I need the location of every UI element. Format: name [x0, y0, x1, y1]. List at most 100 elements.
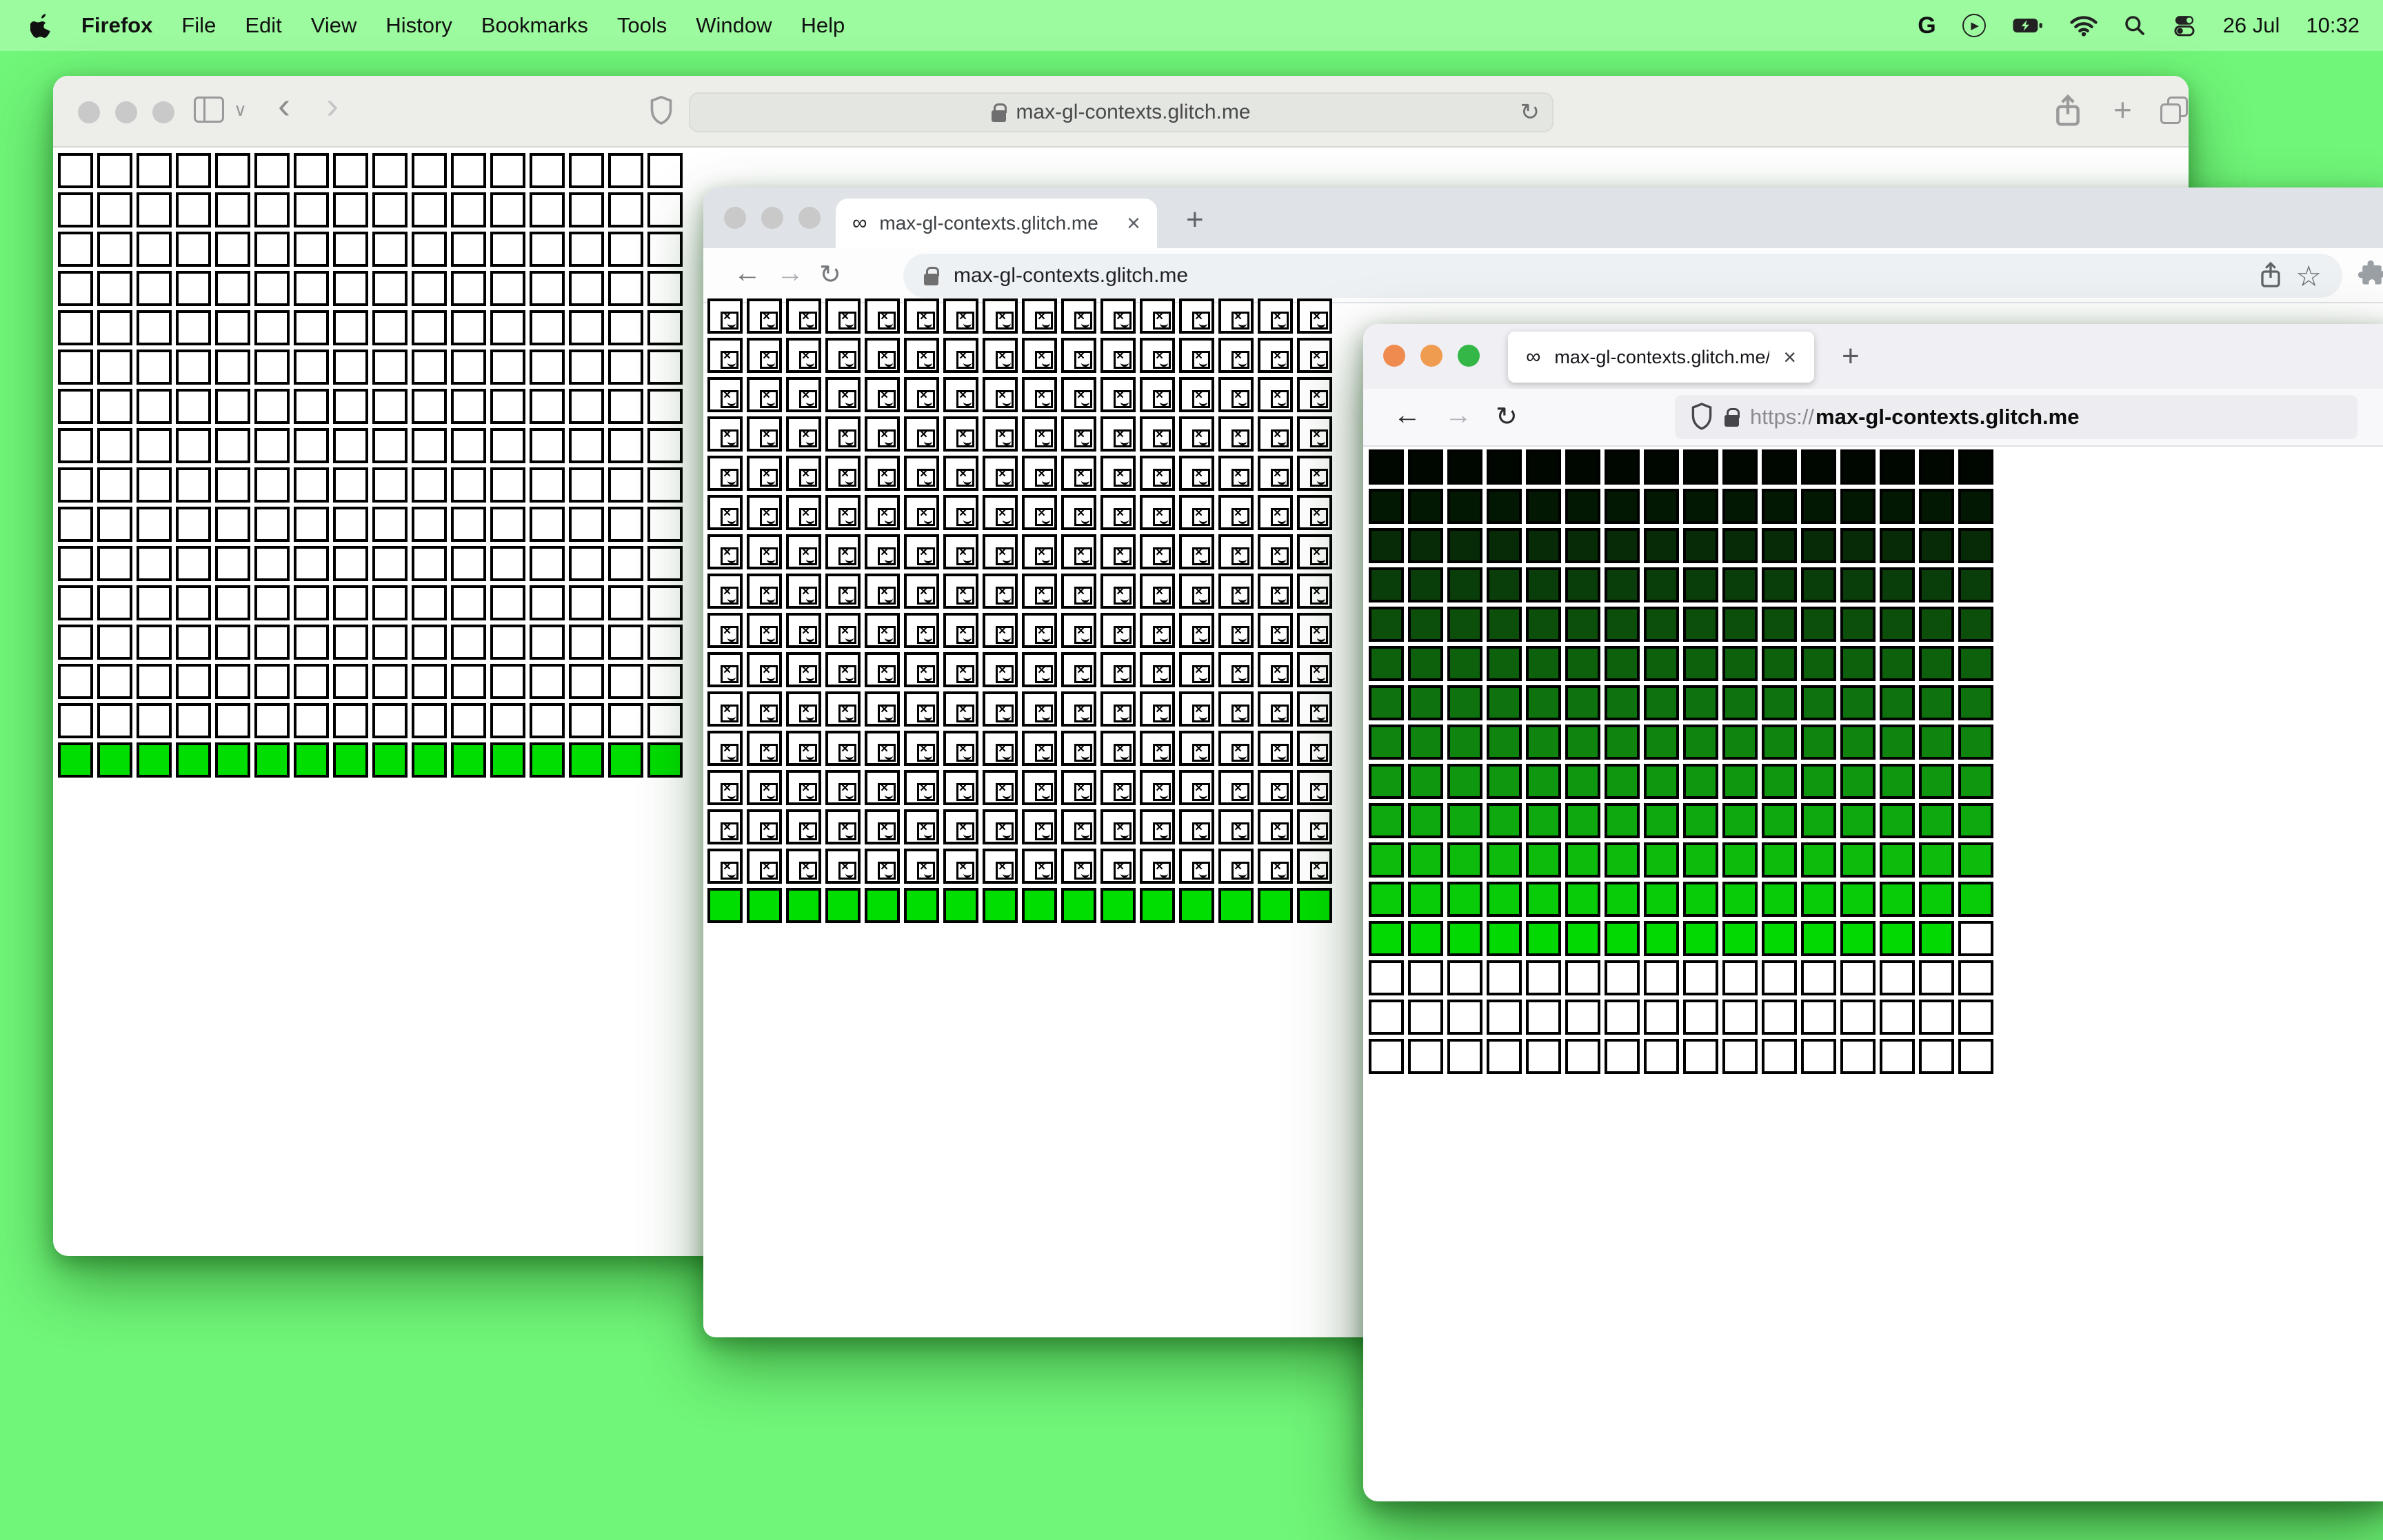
minimize-window-button[interactable]	[761, 207, 783, 229]
grid-cell	[1526, 567, 1561, 602]
new-tab-button[interactable]: +	[1186, 203, 1204, 237]
grid-cell	[372, 310, 408, 345]
chevron-down-icon[interactable]: ∨	[234, 99, 247, 121]
firefox-active-tab[interactable]: ∞ max-gl-contexts.glitch.me/ ×	[1508, 332, 1814, 383]
grid-cell	[1140, 298, 1175, 334]
grid-cell	[1880, 528, 1915, 563]
reload-button[interactable]: ↻	[819, 259, 841, 290]
sidebar-icon[interactable]	[194, 97, 224, 123]
menu-item-history[interactable]: History	[385, 13, 452, 38]
grid-cell	[1762, 528, 1797, 563]
back-button[interactable]: ←	[734, 258, 761, 289]
grid-cell	[490, 153, 525, 188]
minimize-window-button[interactable]	[1420, 345, 1442, 367]
tracking-shield-icon[interactable]	[1690, 403, 1713, 432]
extensions-puzzle-icon[interactable]	[2357, 258, 2383, 288]
grid-cell	[1526, 449, 1561, 485]
grid-cell	[569, 742, 604, 778]
zoom-window-button[interactable]	[152, 101, 174, 123]
forward-button[interactable]: →	[1445, 400, 1472, 431]
grid-cell	[1880, 607, 1915, 642]
menu-item-bookmarks[interactable]: Bookmarks	[481, 13, 588, 38]
reload-icon[interactable]: ↻	[1520, 99, 1540, 126]
safari-address-bar[interactable]: max-gl-contexts.glitch.me ↻	[689, 92, 1554, 132]
share-icon[interactable]	[2258, 261, 2283, 290]
menu-item-file[interactable]: File	[181, 13, 216, 38]
grid-cell	[707, 731, 743, 766]
tab-overview-icon[interactable]	[2160, 97, 2188, 124]
control-center-icon[interactable]	[2172, 14, 2197, 37]
grid-cell	[1022, 456, 1057, 491]
forward-button[interactable]: →	[776, 258, 804, 289]
chrome-active-tab[interactable]: ∞ max-gl-contexts.glitch.me ×	[836, 199, 1157, 248]
share-icon[interactable]	[2053, 94, 2083, 130]
close-tab-icon[interactable]: ×	[1783, 345, 1796, 370]
grid-cell	[1801, 764, 1836, 799]
grid-cell	[58, 349, 93, 385]
grid-cell	[1526, 489, 1561, 524]
grid-cell	[1297, 613, 1332, 648]
minimize-window-button[interactable]	[115, 101, 137, 123]
close-window-button[interactable]	[724, 207, 746, 229]
menubar-clock[interactable]: 10:32	[2306, 13, 2360, 38]
grid-cell	[490, 192, 525, 227]
menu-item-tools[interactable]: Tools	[617, 13, 667, 38]
grid-cell	[608, 742, 643, 778]
webgl-grid-chrome	[707, 298, 1332, 923]
grid-cell	[1801, 803, 1836, 838]
privacy-shield-icon[interactable]	[649, 95, 674, 127]
grid-cell	[333, 153, 368, 188]
grid-cell	[254, 153, 290, 188]
grid-cell	[412, 664, 447, 699]
firefox-address-bar[interactable]: https:// max-gl-contexts.glitch.me	[1675, 395, 2357, 439]
bookmark-star-icon[interactable]: ☆	[2295, 259, 2322, 293]
google-menu-icon[interactable]: G	[1918, 12, 1935, 39]
menu-item-firefox[interactable]: Firefox	[81, 13, 152, 38]
grid-cell	[1565, 528, 1600, 563]
grid-cell	[58, 703, 93, 738]
back-button[interactable]: ←	[1394, 400, 1421, 431]
new-tab-button[interactable]: +	[1842, 339, 1860, 374]
grid-cell	[1958, 725, 1993, 760]
zoom-window-button[interactable]	[798, 207, 821, 229]
grid-cell	[1100, 456, 1136, 491]
wifi-icon[interactable]	[2070, 14, 2098, 37]
grid-cell	[1605, 882, 1640, 917]
grid-cell	[1958, 882, 1993, 917]
back-button[interactable]: ‹	[278, 84, 290, 127]
close-tab-icon[interactable]: ×	[1127, 210, 1140, 237]
forward-button[interactable]: ›	[326, 84, 339, 127]
close-window-button[interactable]	[1383, 345, 1405, 367]
grid-cell	[530, 271, 565, 306]
chrome-address-bar[interactable]: max-gl-contexts.glitch.me ☆	[903, 254, 2342, 298]
apple-icon[interactable]	[30, 12, 52, 39]
grid-cell	[1022, 613, 1057, 648]
grid-cell	[786, 456, 821, 491]
reload-button[interactable]: ↻	[1496, 401, 1518, 432]
grid-cell	[1919, 1039, 1954, 1074]
new-tab-icon[interactable]: +	[2113, 91, 2132, 128]
menubar-date[interactable]: 26 Jul	[2223, 13, 2280, 38]
grid-cell	[943, 770, 978, 805]
menu-item-edit[interactable]: Edit	[245, 13, 281, 38]
grid-cell	[1218, 416, 1254, 452]
zoom-window-button[interactable]	[1458, 345, 1480, 367]
battery-icon[interactable]	[2012, 17, 2044, 34]
menu-item-help[interactable]: Help	[801, 13, 845, 38]
grid-cell	[451, 467, 486, 503]
menu-item-view[interactable]: View	[311, 13, 357, 38]
lock-icon[interactable]	[1725, 407, 1740, 427]
grid-cell	[1762, 607, 1797, 642]
menu-item-window[interactable]: Window	[696, 13, 772, 38]
grid-cell	[865, 574, 900, 609]
grid-cell	[1683, 960, 1718, 995]
grid-cell	[747, 888, 782, 923]
spotlight-search-icon[interactable]	[2124, 14, 2146, 37]
grid-cell	[1179, 849, 1214, 884]
safari-url-text: max-gl-contexts.glitch.me	[1016, 101, 1251, 123]
close-window-button[interactable]	[78, 101, 100, 123]
grid-cell	[1100, 377, 1136, 412]
play-circle-icon[interactable]: ▶	[1962, 14, 1986, 37]
grid-cell	[1722, 921, 1758, 956]
grid-cell	[1258, 495, 1293, 530]
